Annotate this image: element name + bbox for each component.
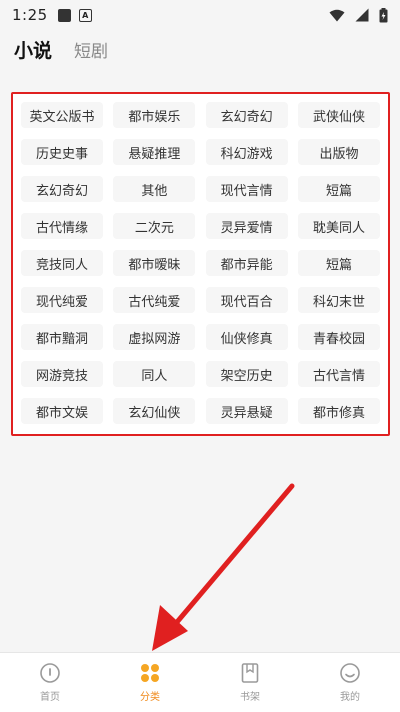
genre-item[interactable]: 都市异能 [205, 250, 288, 276]
genre-item[interactable]: 现代纯爱 [21, 287, 103, 313]
genre-item[interactable]: 古代纯爱 [113, 287, 196, 313]
genre-item[interactable]: 耽美同人 [297, 213, 380, 239]
genre-item[interactable]: 历史史事 [21, 139, 103, 165]
status-time: 1:25 [12, 6, 48, 24]
nav-category-label: 分类 [140, 692, 160, 703]
genre-item[interactable]: 短篇 [297, 250, 380, 276]
genre-item[interactable]: 同人 [113, 361, 196, 387]
tab-novel[interactable]: 小说 [14, 36, 52, 63]
genre-item[interactable]: 都市修真 [297, 398, 380, 424]
nav-profile-label: 我的 [340, 692, 360, 703]
status-bar: 1:25 A [0, 0, 400, 30]
genre-item[interactable]: 出版物 [297, 139, 380, 165]
nav-bookshelf[interactable]: 书架 [210, 662, 290, 703]
genre-item[interactable]: 网游竞技 [21, 361, 103, 387]
nav-profile[interactable]: 我的 [310, 662, 390, 703]
genre-item[interactable]: 短篇 [297, 176, 380, 202]
genre-item[interactable]: 竞技同人 [21, 250, 103, 276]
genre-item[interactable]: 玄幻奇幻 [205, 102, 288, 128]
genre-item[interactable]: 都市娱乐 [113, 102, 196, 128]
genre-item[interactable]: 都市暧昧 [113, 250, 196, 276]
genre-item[interactable]: 科幻游戏 [205, 139, 288, 165]
nav-home[interactable]: 首页 [10, 662, 90, 703]
genre-item[interactable]: 青春校园 [297, 324, 380, 350]
tab-short-drama[interactable]: 短剧 [74, 37, 108, 63]
notification-a-icon: A [78, 8, 92, 22]
battery-icon [379, 7, 388, 22]
signal-icon [355, 8, 369, 22]
genre-item[interactable]: 悬疑推理 [113, 139, 196, 165]
profile-icon [339, 662, 361, 684]
top-tabs: 小说 短剧 [14, 36, 108, 63]
genre-item[interactable]: 灵异悬疑 [205, 398, 288, 424]
bookshelf-icon [239, 662, 261, 684]
genre-item[interactable]: 现代百合 [205, 287, 288, 313]
genre-item[interactable]: 二次元 [113, 213, 196, 239]
genre-item[interactable]: 科幻末世 [297, 287, 380, 313]
genre-panel: 英文公版书 都市娱乐 玄幻奇幻 武侠仙侠 历史史事 悬疑推理 科幻游戏 出版物 … [11, 92, 390, 436]
wifi-icon [329, 9, 345, 21]
genre-item[interactable]: 仙侠修真 [205, 324, 288, 350]
genre-grid: 英文公版书 都市娱乐 玄幻奇幻 武侠仙侠 历史史事 悬疑推理 科幻游戏 出版物 … [21, 102, 380, 424]
genre-item[interactable]: 玄幻仙侠 [113, 398, 196, 424]
nav-home-label: 首页 [40, 692, 60, 703]
genre-item[interactable]: 架空历史 [205, 361, 288, 387]
genre-item[interactable]: 虚拟网游 [113, 324, 196, 350]
notification-icon [57, 8, 71, 22]
genre-item[interactable]: 都市文娱 [21, 398, 103, 424]
genre-item[interactable]: 武侠仙侠 [297, 102, 380, 128]
nav-category[interactable]: 分类 [110, 662, 190, 703]
genre-item[interactable]: 其他 [113, 176, 196, 202]
genre-item[interactable]: 玄幻奇幻 [21, 176, 103, 202]
genre-item[interactable]: 灵异爱情 [205, 213, 288, 239]
genre-item[interactable]: 古代情缘 [21, 213, 103, 239]
category-icon [139, 662, 161, 684]
genre-item[interactable]: 现代言情 [205, 176, 288, 202]
bottom-nav: 首页 分类 书架 我的 [0, 652, 400, 712]
home-icon [39, 662, 61, 684]
genre-item[interactable]: 英文公版书 [21, 102, 103, 128]
genre-item[interactable]: 古代言情 [297, 361, 380, 387]
genre-item[interactable]: 都市黯洞 [21, 324, 103, 350]
nav-bookshelf-label: 书架 [240, 692, 260, 703]
